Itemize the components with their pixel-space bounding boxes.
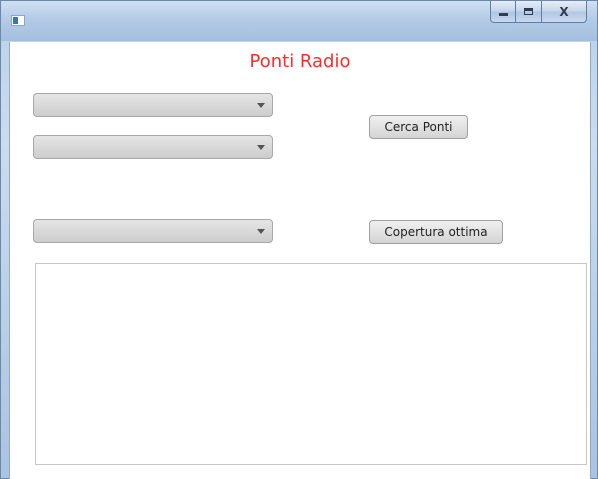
close-button[interactable]: X <box>542 1 587 23</box>
minimize-icon <box>498 13 508 16</box>
app-window: X Ponti Radio Cerca Ponti Copertura otti… <box>0 0 598 479</box>
output-text-area[interactable] <box>35 263 587 465</box>
maximize-button[interactable] <box>516 1 542 23</box>
chevron-down-icon[interactable] <box>250 220 272 242</box>
app-window-icon <box>11 15 25 26</box>
combo-box-3[interactable] <box>33 219 273 243</box>
copertura-ottima-button[interactable]: Copertura ottima <box>369 220 503 244</box>
close-icon: X <box>559 4 569 19</box>
title-bar[interactable]: X <box>1 1 597 41</box>
cerca-ponti-button[interactable]: Cerca Ponti <box>369 115 468 139</box>
page-title: Ponti Radio <box>249 51 351 72</box>
client-area: Ponti Radio Cerca Ponti Copertura ottima <box>9 42 591 479</box>
combo-box-1[interactable] <box>33 93 273 117</box>
combo-box-2[interactable] <box>33 135 273 159</box>
chevron-down-icon[interactable] <box>250 94 272 116</box>
minimize-button[interactable] <box>490 1 516 23</box>
chevron-down-icon[interactable] <box>250 136 272 158</box>
window-controls: X <box>490 1 587 23</box>
maximize-icon <box>524 8 533 15</box>
